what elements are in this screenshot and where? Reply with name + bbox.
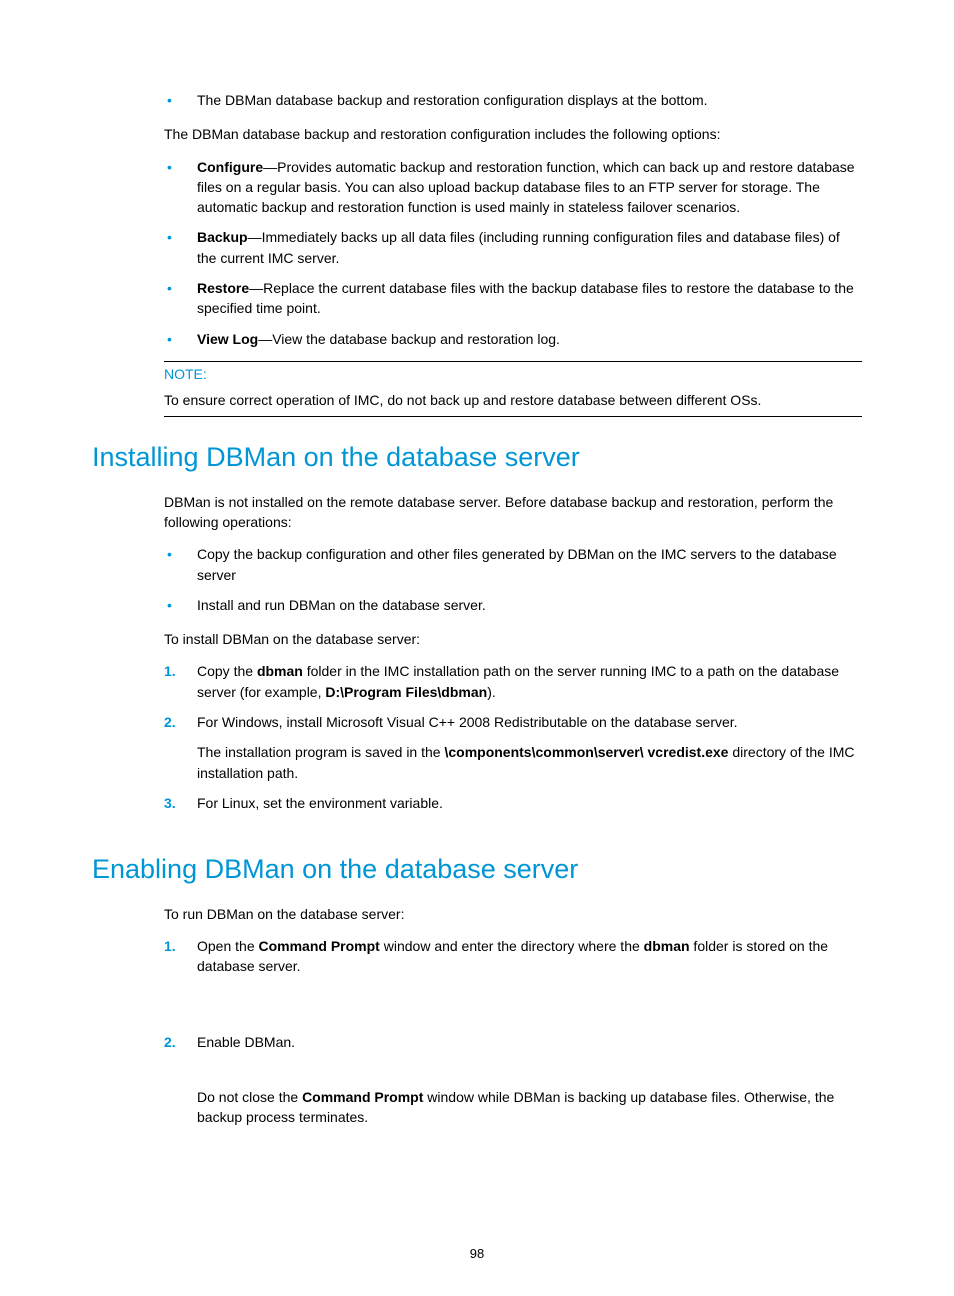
term-dbman: dbman: [644, 938, 690, 954]
document-page: The DBMan database backup and restoratio…: [0, 0, 954, 1296]
install-steps: 1. Copy the dbman folder in the IMC inst…: [92, 661, 862, 813]
step-text: Open the: [197, 938, 259, 954]
step-number: 1.: [164, 936, 176, 956]
step-2: 2. Enable DBMan. Do not close the Comman…: [92, 1032, 862, 1128]
option-configure: Configure—Provides automatic backup and …: [92, 157, 862, 218]
note-label: NOTE:: [164, 362, 862, 386]
step-3: 3. For Linux, set the environment variab…: [92, 793, 862, 813]
term-command-prompt: Command Prompt: [302, 1089, 423, 1105]
option-label: Configure: [197, 159, 263, 175]
option-text: —View the database backup and restoratio…: [258, 331, 560, 347]
option-text: —Replace the current database files with…: [197, 280, 854, 316]
step-number: 2.: [164, 712, 176, 732]
note-content: To ensure correct operation of IMC, do n…: [164, 386, 862, 416]
term-path: D:\Program Files\dbman: [325, 684, 487, 700]
term-command-prompt: Command Prompt: [259, 938, 380, 954]
heading-enabling: Enabling DBMan on the database server: [92, 853, 862, 885]
step-subtext: The installation program is saved in the…: [197, 742, 862, 783]
option-backup: Backup—Immediately backs up all data fil…: [92, 227, 862, 268]
enable-steps: 1. Open the Command Prompt window and en…: [92, 936, 862, 1127]
options-list: Configure—Provides automatic backup and …: [92, 157, 862, 349]
option-label: Backup: [197, 229, 248, 245]
step-text: ).: [487, 684, 496, 700]
install-intro: DBMan is not installed on the remote dat…: [92, 492, 862, 533]
step-2: 2. For Windows, install Microsoft Visual…: [92, 712, 862, 783]
top-bullet-list: The DBMan database backup and restoratio…: [92, 90, 862, 110]
step-text: Enable DBMan.: [197, 1034, 295, 1050]
step-number: 1.: [164, 661, 176, 681]
step-1: 1. Open the Command Prompt window and en…: [92, 936, 862, 977]
intro-paragraph: The DBMan database backup and restoratio…: [92, 124, 862, 144]
option-text: —Immediately backs up all data files (in…: [197, 229, 840, 265]
option-label: Restore: [197, 280, 249, 296]
term-dbman: dbman: [257, 663, 303, 679]
step-number: 2.: [164, 1032, 176, 1052]
option-label: View Log: [197, 331, 258, 347]
text: Do not close the: [197, 1089, 302, 1105]
bullet-item: Install and run DBMan on the database se…: [92, 595, 862, 615]
step-text: For Windows, install Microsoft Visual C+…: [197, 714, 738, 730]
step-1: 1. Copy the dbman folder in the IMC inst…: [92, 661, 862, 702]
option-text: —Provides automatic backup and restorati…: [197, 159, 855, 216]
step-text: Copy the: [197, 663, 257, 679]
term-path: \components\common\server\ vcredist.exe: [444, 744, 728, 760]
note-box: NOTE: To ensure correct operation of IMC…: [164, 361, 862, 417]
step-number: 3.: [164, 793, 176, 813]
option-restore: Restore—Replace the current database fil…: [92, 278, 862, 319]
install-bullets: Copy the backup configuration and other …: [92, 544, 862, 615]
heading-installing: Installing DBMan on the database server: [92, 441, 862, 473]
option-viewlog: View Log—View the database backup and re…: [92, 329, 862, 349]
step-subtext: Do not close the Command Prompt window w…: [197, 1087, 862, 1128]
page-number: 98: [0, 1246, 954, 1261]
text: The installation program is saved in the: [197, 744, 444, 760]
divider: [164, 416, 862, 417]
step-text: For Linux, set the environment variable.: [197, 795, 443, 811]
install-lead: To install DBMan on the database server:: [92, 629, 862, 649]
step-text: window and enter the directory where the: [380, 938, 644, 954]
bullet-item: Copy the backup configuration and other …: [92, 544, 862, 585]
bullet-item: The DBMan database backup and restoratio…: [92, 90, 862, 110]
enable-lead: To run DBMan on the database server:: [92, 904, 862, 924]
